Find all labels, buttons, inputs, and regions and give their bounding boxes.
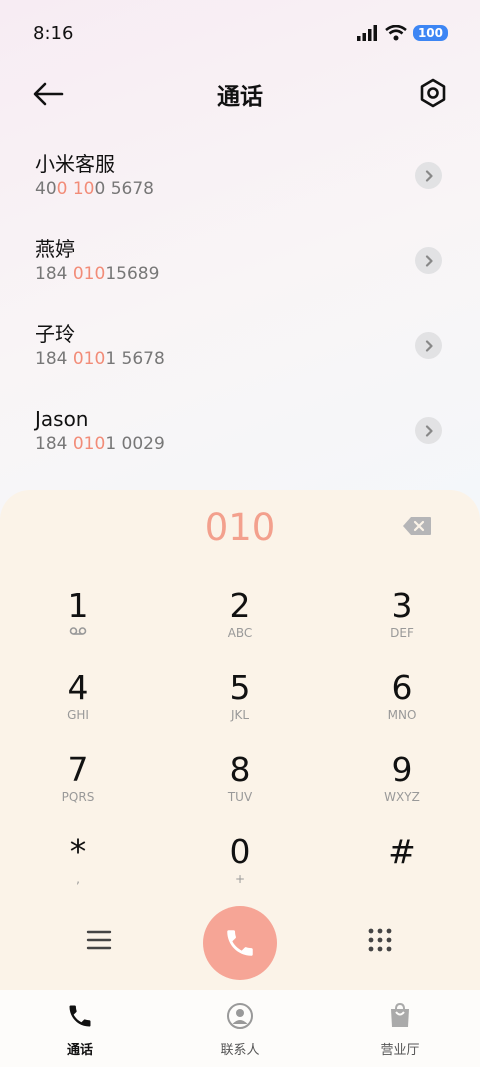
back-arrow-icon[interactable]: [30, 78, 66, 110]
contact-detail-button[interactable]: [415, 417, 442, 444]
page-title: 通话: [217, 84, 263, 110]
phone-icon: [69, 1005, 91, 1027]
tab-store-label: 营业厅: [380, 1043, 420, 1058]
status-time: 8:16: [33, 22, 74, 44]
contact-name: 子玲: [35, 322, 75, 346]
contacts-person-icon: [227, 1003, 253, 1029]
status-bar: 8:16 100: [0, 0, 480, 66]
contact-result-row[interactable]: 子玲 184 0101 5678: [0, 310, 480, 395]
dialpad-panel: 010 1 2 ABC 3 DEF 4 GHI 5 JKL 6 MNO 7 PQ…: [0, 490, 480, 990]
voicemail-icon: [69, 627, 87, 635]
settings-gear-icon[interactable]: [416, 76, 450, 110]
contact-number: 184 0101 0029: [35, 434, 165, 454]
matched-contacts-list: 小米客服 400 100 5678 燕婷 184 01015689 子玲 184…: [0, 140, 480, 480]
contact-name: 燕婷: [35, 237, 75, 261]
call-button[interactable]: [203, 906, 277, 980]
contact-name: Jason: [35, 407, 89, 431]
tab-contacts-label: 联系人: [220, 1043, 260, 1058]
key-3[interactable]: 3 DEF: [352, 580, 452, 660]
tab-calls[interactable]: 通话: [0, 990, 160, 1067]
key-8[interactable]: 8 TUV: [190, 744, 290, 824]
tab-store[interactable]: 营业厅: [320, 990, 480, 1067]
keypad-grid-icon[interactable]: [366, 926, 394, 954]
key-1[interactable]: 1: [28, 580, 128, 660]
contact-detail-button[interactable]: [415, 247, 442, 274]
chevron-right-icon: [425, 424, 433, 437]
contact-result-row[interactable]: Jason 184 0101 0029: [0, 395, 480, 480]
contact-number: 184 01015689: [35, 264, 160, 284]
contact-number: 184 0101 5678: [35, 349, 165, 369]
wifi-icon: [385, 25, 407, 41]
keypad: 1 2 ABC 3 DEF 4 GHI 5 JKL 6 MNO 7 PQRS 8…: [28, 580, 452, 908]
tab-contacts[interactable]: 联系人: [160, 990, 320, 1067]
contact-result-row[interactable]: 小米客服 400 100 5678: [0, 140, 480, 225]
key-7[interactable]: 7 PQRS: [28, 744, 128, 824]
key-hash[interactable]: #: [352, 826, 452, 906]
contact-detail-button[interactable]: [415, 162, 442, 189]
status-icons: 100: [356, 25, 448, 41]
phone-icon: [227, 930, 253, 956]
header: 通话: [0, 66, 480, 122]
bottom-navigation: 通话 联系人 营业厅: [0, 990, 480, 1067]
key-9[interactable]: 9 WXYZ: [352, 744, 452, 824]
contact-number: 400 100 5678: [35, 179, 154, 199]
contact-detail-button[interactable]: [415, 332, 442, 359]
shopping-bag-icon: [391, 1002, 409, 1027]
contact-result-row[interactable]: 燕婷 184 01015689: [0, 225, 480, 310]
tab-calls-label: 通话: [66, 1043, 93, 1058]
chevron-right-icon: [425, 254, 433, 267]
key-2[interactable]: 2 ABC: [190, 580, 290, 660]
key-star[interactable]: * ,: [28, 826, 128, 906]
chevron-right-icon: [425, 339, 433, 352]
key-5[interactable]: 5 JKL: [190, 662, 290, 742]
contact-name: 小米客服: [35, 152, 115, 176]
signal-icon: [356, 25, 377, 41]
key-0[interactable]: 0 +: [190, 826, 290, 906]
battery-badge: 100: [412, 25, 448, 41]
dialer-action-row: [0, 904, 480, 984]
chevron-right-icon: [425, 169, 433, 182]
menu-icon[interactable]: [85, 926, 113, 954]
backspace-icon[interactable]: [402, 516, 432, 536]
key-4[interactable]: 4 GHI: [28, 662, 128, 742]
key-6[interactable]: 6 MNO: [352, 662, 452, 742]
